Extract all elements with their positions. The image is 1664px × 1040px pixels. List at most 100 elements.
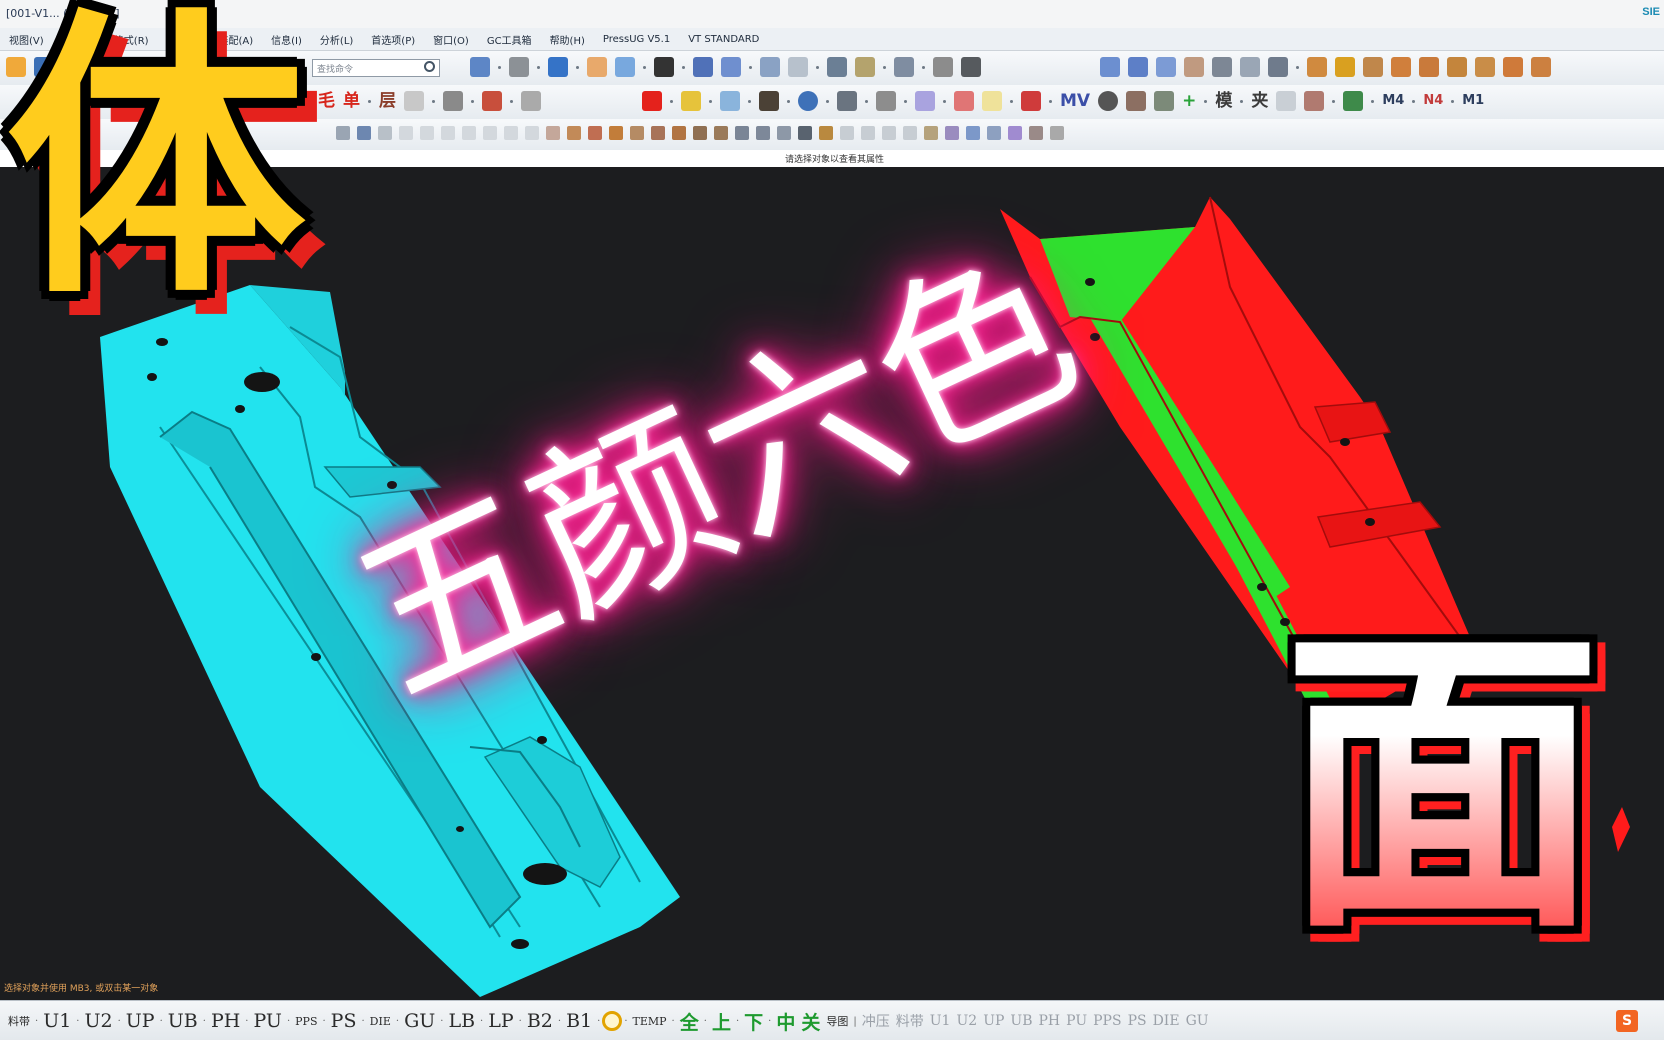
trim-icon[interactable]	[1156, 57, 1176, 77]
cube-icon[interactable]	[548, 57, 568, 77]
analysis-icon[interactable]	[924, 126, 938, 140]
dimension-icon[interactable]	[933, 57, 953, 77]
bottom-item-temp[interactable]: TEMP	[630, 1015, 670, 1028]
box-icon[interactable]	[1276, 91, 1297, 111]
bottom-item-press-faded[interactable]: 冲压	[859, 1011, 893, 1031]
menu-analysis[interactable]: 分析(L)	[311, 32, 362, 47]
layout-icon[interactable]	[470, 57, 490, 77]
wireframe-icon[interactable]	[615, 57, 635, 77]
bottom-item-pu-faded[interactable]: PU	[1063, 1013, 1090, 1029]
orient-icon[interactable]	[509, 57, 529, 77]
bottom-item-all[interactable]: 全	[677, 1008, 702, 1035]
scissors-icon[interactable]	[404, 91, 424, 111]
intersect-curve-icon[interactable]	[777, 126, 791, 140]
clip-icon[interactable]	[721, 57, 741, 77]
bottom-item-lb[interactable]: LB	[445, 1010, 478, 1032]
ime-icon[interactable]: S	[1616, 1010, 1638, 1032]
blue-label-icon[interactable]	[720, 91, 740, 111]
sphere-icon[interactable]	[1391, 57, 1411, 77]
yellow-label-icon[interactable]	[681, 91, 701, 111]
silhouette-icon[interactable]	[882, 126, 896, 140]
wrap-icon[interactable]	[798, 126, 812, 140]
button-single[interactable]: 单	[343, 91, 360, 111]
zebra-icon[interactable]	[1029, 126, 1043, 140]
bottom-item-close[interactable]: 关	[798, 1008, 823, 1035]
cone-icon[interactable]	[1363, 57, 1383, 77]
button-mv[interactable]: MV	[1060, 91, 1090, 111]
arc-icon[interactable]	[420, 126, 434, 140]
o-ring-icon[interactable]	[602, 1011, 623, 1031]
offset-icon[interactable]	[1184, 57, 1204, 77]
button-n4[interactable]: N4	[1423, 91, 1443, 111]
filter-icon[interactable]	[837, 91, 857, 111]
bottom-item-u2[interactable]: U2	[81, 1010, 115, 1032]
bottom-item-die[interactable]: DIE	[367, 1015, 394, 1028]
bottom-item-strip[interactable]: 料带	[0, 1013, 33, 1029]
divide-curve-icon[interactable]	[714, 126, 728, 140]
bottom-item-up-faded[interactable]: UP	[980, 1013, 1007, 1029]
block-icon[interactable]	[1307, 57, 1327, 77]
deviation-icon[interactable]	[945, 126, 959, 140]
surface-icon[interactable]	[1100, 57, 1120, 77]
snap-icon[interactable]	[855, 57, 875, 77]
bottom-item-ph-faded[interactable]: PH	[1036, 1013, 1064, 1029]
point-icon[interactable]	[483, 126, 497, 140]
extend-curve-icon[interactable]	[756, 126, 770, 140]
bottom-item-b1[interactable]: B1	[563, 1010, 595, 1032]
bottom-item-pps-faded[interactable]: PPS	[1090, 1013, 1124, 1029]
button-clamp[interactable]: 夹	[1251, 91, 1268, 111]
person-icon[interactable]	[1126, 91, 1147, 111]
green-tool-icon[interactable]	[1343, 91, 1364, 111]
brown-label-icon[interactable]	[759, 91, 779, 111]
transform-icon[interactable]	[894, 57, 914, 77]
line-icon[interactable]	[399, 126, 413, 140]
divide-icon[interactable]	[521, 91, 541, 111]
bottom-item-middle[interactable]: 中	[773, 1008, 798, 1035]
menu-pressug[interactable]: PressUG V5.1	[594, 34, 679, 45]
rotate-icon[interactable]	[1098, 91, 1119, 111]
join-icon[interactable]	[693, 126, 707, 140]
bottom-item-ub[interactable]: UB	[165, 1010, 201, 1032]
red-label-icon[interactable]	[954, 91, 974, 111]
fillet-icon[interactable]	[546, 126, 560, 140]
bottom-item-gu-faded[interactable]: GU	[1183, 1013, 1212, 1029]
plus-icon[interactable]: +	[1182, 91, 1196, 111]
bottom-item-pps[interactable]: PPS	[292, 1015, 320, 1028]
red-text-icon[interactable]	[1021, 91, 1041, 111]
circle-icon[interactable]	[462, 126, 476, 140]
bottom-item-lower[interactable]: 下	[741, 1008, 766, 1035]
brown-box-icon[interactable]	[1304, 91, 1325, 111]
bottom-item-b2[interactable]: B2	[524, 1010, 556, 1032]
draft-analysis-icon[interactable]	[987, 126, 1001, 140]
isoline-icon[interactable]	[861, 126, 875, 140]
menu-vt-standard[interactable]: VT STANDARD	[679, 34, 768, 45]
intersect-icon[interactable]	[1475, 57, 1495, 77]
extend-icon[interactable]	[1128, 57, 1148, 77]
bottom-item-ub-faded[interactable]: UB	[1007, 1013, 1035, 1029]
bottom-item-u1[interactable]: U1	[40, 1010, 74, 1032]
section-icon[interactable]	[693, 57, 713, 77]
sew-icon[interactable]	[1212, 57, 1232, 77]
subtract-icon[interactable]	[1447, 57, 1467, 77]
sketch-icon[interactable]	[788, 57, 808, 77]
note-icon[interactable]	[982, 91, 1002, 111]
menu-window[interactable]: 窗口(O)	[424, 32, 478, 47]
bottom-item-gu[interactable]: GU	[401, 1010, 438, 1032]
bottom-item-ps[interactable]: PS	[328, 1010, 360, 1032]
globe-icon[interactable]	[798, 91, 818, 111]
filter-select-icon[interactable]	[357, 126, 371, 140]
spline-icon[interactable]	[441, 126, 455, 140]
brush-icon[interactable]	[876, 91, 896, 111]
helix-icon[interactable]	[819, 126, 833, 140]
button-hair[interactable]: 毛	[318, 91, 335, 111]
chamfer-icon[interactable]	[567, 126, 581, 140]
measure-icon[interactable]	[827, 57, 847, 77]
bottom-item-strip-faded[interactable]: 料带	[893, 1011, 927, 1031]
mirror-icon[interactable]	[609, 126, 623, 140]
tool-icon[interactable]	[443, 91, 463, 111]
command-search-input[interactable]: 查找命令	[312, 59, 440, 77]
offset-curve-icon[interactable]	[630, 126, 644, 140]
reflection-icon[interactable]	[1050, 126, 1064, 140]
pattern-icon[interactable]	[588, 126, 602, 140]
button-layer[interactable]: 层	[379, 91, 396, 111]
